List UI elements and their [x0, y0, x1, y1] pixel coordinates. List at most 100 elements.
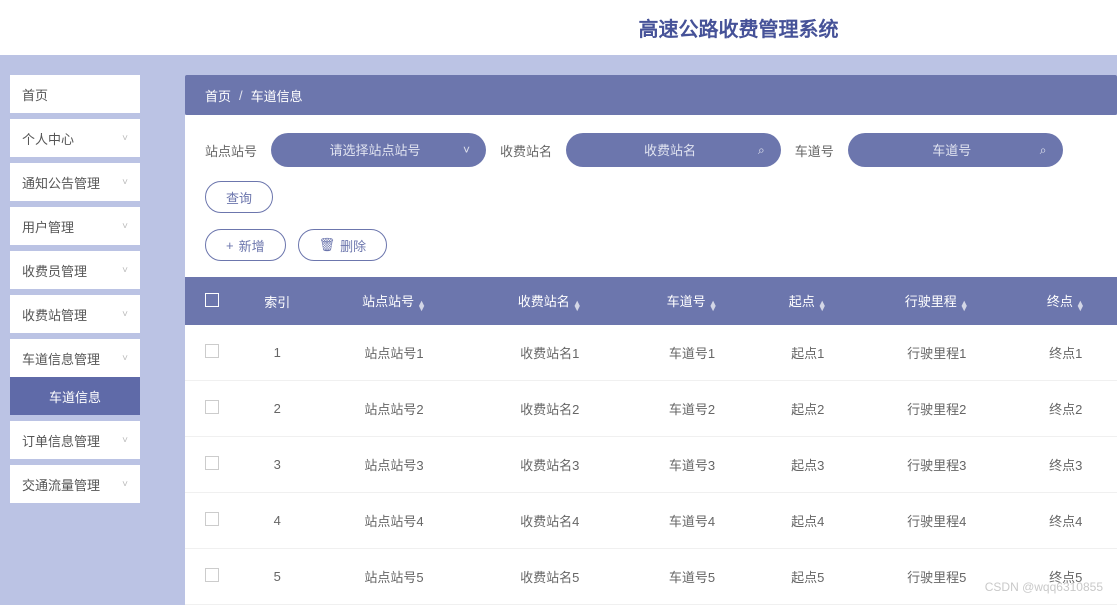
chevron-down-icon: ˅	[122, 435, 128, 446]
sidebar-item-label: 交通流量管理	[22, 475, 100, 494]
filter-label-station-no: 站点站号	[205, 141, 257, 160]
chevron-down-icon: ˅	[122, 265, 128, 276]
cell: 行驶里程4	[859, 493, 1015, 549]
watermark: CSDN @wqq6310855	[985, 580, 1103, 594]
data-table: 索引站点站号▲▼收费站名▲▼车道号▲▼起点▲▼行驶里程▲▼终点▲▼ 1站点站号1…	[185, 277, 1117, 605]
cell: 4	[238, 493, 316, 549]
cell: 3	[238, 437, 316, 493]
row-checkbox[interactable]	[205, 512, 219, 526]
breadcrumb: 首页 / 车道信息	[185, 75, 1117, 115]
cell: 车道号5	[628, 549, 757, 605]
select-all-checkbox[interactable]	[205, 293, 219, 307]
cell: 终点2	[1015, 381, 1117, 437]
column-header-3[interactable]: 收费站名▲▼	[472, 277, 628, 325]
cell: 站点站号4	[316, 493, 472, 549]
cell: 车道号3	[628, 437, 757, 493]
row-checkbox[interactable]	[205, 400, 219, 414]
table-row: 1站点站号1收费站名1车道号1起点1行驶里程1终点1	[185, 325, 1117, 381]
filter-panel: 站点站号 ˅ 收费站名 ⌕ 车道号 ⌕ 查询 +新增 🗑	[185, 115, 1117, 277]
sort-icon: ▲▼	[709, 301, 718, 311]
sidebar-item-4[interactable]: 收费员管理˅	[10, 251, 140, 289]
chevron-down-icon: ˅	[122, 221, 128, 232]
cell: 起点3	[757, 437, 859, 493]
cell: 车道号2	[628, 381, 757, 437]
sidebar-item-label: 车道信息	[49, 387, 101, 406]
sidebar-item-6[interactable]: 车道信息管理 ˅	[10, 339, 140, 377]
cell: 车道号4	[628, 493, 757, 549]
column-header-0	[185, 277, 238, 325]
station-name-input[interactable]	[582, 143, 758, 158]
cell: 行驶里程5	[859, 549, 1015, 605]
filter-label-station-name: 收费站名	[500, 141, 552, 160]
sidebar-item-8[interactable]: 订单信息管理˅	[10, 421, 140, 459]
cell: 收费站名3	[472, 437, 628, 493]
cell: 行驶里程2	[859, 381, 1015, 437]
sidebar-item-2[interactable]: 通知公告管理˅	[10, 163, 140, 201]
column-header-5[interactable]: 起点▲▼	[757, 277, 859, 325]
column-header-6[interactable]: 行驶里程▲▼	[859, 277, 1015, 325]
station-no-input[interactable]	[287, 143, 463, 158]
chevron-down-icon: ˅	[463, 143, 470, 157]
filter-label-lane-no: 车道号	[795, 141, 834, 160]
delete-button[interactable]: 🗑删除	[298, 229, 388, 261]
cell: 1	[238, 325, 316, 381]
sidebar-item-9[interactable]: 交通流量管理 ˅	[10, 465, 140, 503]
sidebar-item-7[interactable]: 车道信息	[10, 377, 140, 415]
chevron-down-icon: ˅	[122, 309, 128, 320]
sidebar-item-label: 个人中心	[22, 129, 74, 148]
search-icon: ⌕	[758, 143, 765, 158]
sidebar-item-label: 车道信息管理	[22, 349, 100, 368]
cell: 站点站号5	[316, 549, 472, 605]
plus-icon: +	[226, 238, 234, 253]
cell: 站点站号2	[316, 381, 472, 437]
app-header: 高速公路收费管理系统	[0, 0, 1117, 55]
data-table-wrap: 索引站点站号▲▼收费站名▲▼车道号▲▼起点▲▼行驶里程▲▼终点▲▼ 1站点站号1…	[185, 277, 1117, 605]
row-checkbox[interactable]	[205, 568, 219, 582]
cell: 终点4	[1015, 493, 1117, 549]
cell: 收费站名2	[472, 381, 628, 437]
search-icon: ⌕	[1040, 143, 1047, 158]
station-no-select[interactable]: ˅	[271, 133, 486, 167]
chevron-down-icon: ˅	[122, 133, 128, 144]
cell: 终点3	[1015, 437, 1117, 493]
sidebar: 首页个人中心˅通知公告管理˅用户管理˅收费员管理˅收费站管理˅车道信息管理˅车道…	[0, 55, 150, 600]
cell: 收费站名1	[472, 325, 628, 381]
row-checkbox[interactable]	[205, 344, 219, 358]
cell: 起点5	[757, 549, 859, 605]
sort-icon: ▲▼	[573, 301, 582, 311]
sort-icon: ▲▼	[818, 301, 827, 311]
column-header-2[interactable]: 站点站号▲▼	[316, 277, 472, 325]
add-button[interactable]: +新增	[205, 229, 286, 261]
sidebar-item-3[interactable]: 用户管理 ˅	[10, 207, 140, 245]
cell: 起点2	[757, 381, 859, 437]
cell: 起点1	[757, 325, 859, 381]
column-header-7[interactable]: 终点▲▼	[1015, 277, 1117, 325]
cell	[185, 381, 238, 437]
cell: 行驶里程3	[859, 437, 1015, 493]
cell: 收费站名5	[472, 549, 628, 605]
sidebar-item-1[interactable]: 个人中心 ˅	[10, 119, 140, 157]
trash-icon: 🗑	[319, 237, 336, 253]
chevron-down-icon: ˅	[122, 353, 128, 364]
cell: 站点站号1	[316, 325, 472, 381]
table-row: 2站点站号2收费站名2车道号2起点2行驶里程2终点2	[185, 381, 1117, 437]
chevron-down-icon: ˅	[122, 479, 128, 490]
column-header-4[interactable]: 车道号▲▼	[628, 277, 757, 325]
sort-icon: ▲▼	[417, 301, 426, 311]
cell: 5	[238, 549, 316, 605]
breadcrumb-home[interactable]: 首页	[205, 86, 231, 105]
search-button[interactable]: 查询	[205, 181, 273, 213]
sidebar-item-5[interactable]: 收费站管理˅	[10, 295, 140, 333]
cell: 车道号1	[628, 325, 757, 381]
lane-no-input[interactable]	[864, 143, 1040, 158]
cell: 终点1	[1015, 325, 1117, 381]
station-name-search[interactable]: ⌕	[566, 133, 781, 167]
sidebar-item-label: 用户管理	[22, 217, 74, 236]
column-header-1: 索引	[238, 277, 316, 325]
lane-no-search[interactable]: ⌕	[848, 133, 1063, 167]
cell	[185, 325, 238, 381]
sidebar-item-0[interactable]: 首页	[10, 75, 140, 113]
main-content: 首页 / 车道信息 站点站号 ˅ 收费站名 ⌕ 车道号 ⌕	[150, 55, 1117, 600]
row-checkbox[interactable]	[205, 456, 219, 470]
table-row: 4站点站号4收费站名4车道号4起点4行驶里程4终点4	[185, 493, 1117, 549]
